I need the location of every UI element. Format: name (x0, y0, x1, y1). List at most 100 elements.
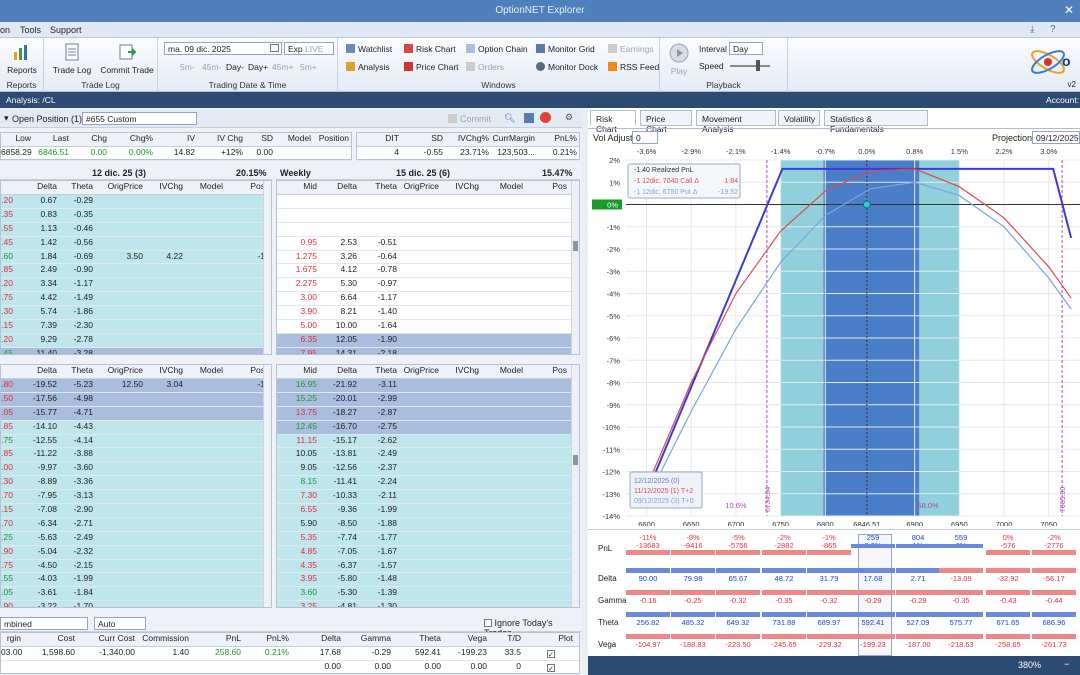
table-row[interactable]: .85 -11.22 -3.88 (1, 448, 271, 463)
risk-chart-button[interactable]: Risk Chart (404, 44, 456, 54)
table-row[interactable]: .05 -3.61 -1.84 (1, 587, 271, 602)
totals-col-header[interactable]: PnL% (241, 633, 289, 643)
table-row[interactable]: 7.95 14.31 -2.18 (277, 347, 579, 354)
step-5m-back[interactable]: 5m- (180, 62, 195, 72)
table-row[interactable]: .85 2.49 -0.90 (1, 264, 271, 279)
col-header[interactable]: Theta (59, 365, 93, 375)
scrollbar-thumb[interactable] (573, 455, 578, 465)
col-header[interactable]: Delta (321, 181, 357, 191)
col-header[interactable]: Pos (229, 181, 265, 191)
speed-slider[interactable] (730, 65, 770, 67)
col-header[interactable]: Model (483, 365, 523, 375)
col-header[interactable]: OrigPrice (401, 181, 439, 191)
table-row[interactable]: 4.35 -6.37 -1.57 (277, 559, 579, 574)
vertical-scrollbar[interactable] (263, 365, 271, 607)
table-row[interactable]: 3.95 -5.80 -1.48 (277, 573, 579, 588)
pin-icon[interactable]: ⤓ (1030, 24, 1034, 35)
summary-col-header[interactable]: Chg% (109, 133, 153, 143)
risk-chart[interactable]: 6734.64 7065.00 2% 1% 0% -1% -2% -3% -4% -5% -6% -7… (588, 146, 1080, 526)
totals-col-header[interactable]: PnL (193, 633, 241, 643)
summary-col-header[interactable]: Position (313, 133, 349, 143)
table-row[interactable]: .00 -9.97 -3.60 (1, 462, 271, 477)
summary-col-header[interactable]: IV Chg (197, 133, 243, 143)
summary2-col-header[interactable]: IVChg% (447, 133, 489, 143)
col-header[interactable]: OrigPrice (401, 365, 439, 375)
monitor-dock-button[interactable]: Monitor Dock (536, 62, 598, 72)
table-row[interactable]: 1.275 3.26 -0.64 (277, 250, 579, 265)
step-5m-forward[interactable]: 5m+ (300, 62, 317, 72)
rss-feed-button[interactable]: RSS Feed (608, 62, 659, 72)
col-header[interactable]: Delta (321, 365, 357, 375)
col-header[interactable]: Delta (21, 365, 57, 375)
tab-statistics-fundamentals[interactable]: Statistics & Fundamentals (824, 110, 928, 134)
step-day-forward[interactable]: Day+ (248, 62, 268, 72)
col-header[interactable]: Mid (281, 181, 317, 191)
play-button[interactable]: Play (666, 43, 692, 76)
summary-col-header[interactable]: Low (1, 133, 31, 143)
col-header[interactable]: IVChg (443, 365, 479, 375)
earnings-button[interactable]: Earnings (608, 44, 654, 54)
table-row[interactable]: 0.95 2.53 -0.51 (277, 236, 579, 251)
table-row[interactable]: .50 -17.56 -4.98 (1, 392, 271, 407)
table-row[interactable]: .30 -8.89 -3.36 (1, 476, 271, 491)
table-row[interactable]: 5.00 10.00 -1.64 (277, 320, 579, 334)
table-row[interactable] (277, 195, 579, 209)
vertical-scrollbar[interactable] (263, 181, 271, 354)
summary2-col-header[interactable]: PnL% (537, 133, 577, 143)
summary-col-header[interactable]: Chg (73, 133, 107, 143)
plot-checkbox[interactable]: ✓ (547, 650, 555, 659)
reports-button[interactable]: Reports (4, 42, 40, 75)
tab-risk-chart[interactable]: Risk Chart (590, 110, 636, 134)
col-header[interactable]: Model (187, 181, 223, 191)
table-row[interactable]: .75 -12.55 -4.14 (1, 434, 271, 449)
table-row[interactable]: 10.05 -13.81 -2.49 (277, 448, 579, 463)
summary2-col-header[interactable]: DIT (357, 133, 399, 143)
table-row[interactable]: 11.15 -15.17 -2.62 (277, 434, 579, 449)
table-row[interactable]: 1.675 4.12 -0.78 (277, 264, 579, 279)
table-row[interactable] (277, 222, 579, 237)
table-row[interactable]: 16.95 -21.92 -3.11 (277, 379, 579, 393)
commit-button[interactable]: Commit (448, 114, 491, 124)
auto-select[interactable]: Auto (94, 617, 146, 630)
analysis-button[interactable]: Analysis (346, 62, 390, 72)
help-icon[interactable]: ? (1050, 24, 1056, 35)
exp-live-toggle[interactable]: Exp LIVE (284, 42, 334, 55)
table-row[interactable]: .55 -4.03 -1.99 (1, 573, 271, 588)
tab-analysis[interactable]: Analysis: /CL (6, 95, 56, 105)
zoom-out-icon[interactable]: − (1064, 659, 1069, 669)
table-row[interactable]: .60 1.84 -0.69 3.50 4.22 -1 (1, 250, 271, 265)
table-row[interactable]: .75 4.42 -1.49 (1, 292, 271, 307)
col-header[interactable]: IVChg (143, 181, 183, 191)
totals-col-header[interactable]: rgin (1, 633, 21, 643)
vertical-scrollbar[interactable] (571, 365, 579, 607)
table-row[interactable]: 15.25 -20.01 -2.99 (277, 392, 579, 407)
totals-col-header[interactable]: Theta (395, 633, 441, 643)
totals-col-header[interactable]: T/D (491, 633, 521, 643)
table-row[interactable]: .70 -7.95 -3.13 (1, 490, 271, 505)
table-row[interactable]: .25 -5.63 -2.49 (1, 531, 271, 546)
totals-col-header[interactable]: Delta (295, 633, 341, 643)
col-header[interactable]: Delta (21, 181, 57, 191)
summary2-col-header[interactable]: CurrMargin (491, 133, 535, 143)
col-header[interactable]: IVChg (443, 181, 479, 191)
table-row[interactable]: .80 -19.52 -5.23 12.50 3.04 -1 (1, 379, 271, 393)
step-45m-forward[interactable]: 45m+ (272, 62, 294, 72)
price-chart-button[interactable]: Price Chart (404, 62, 459, 72)
totals-col-header[interactable]: Commission (137, 633, 189, 643)
col-header[interactable]: OrigPrice (99, 365, 143, 375)
table-row[interactable]: 4.85 -7.05 -1.67 (277, 545, 579, 560)
gear-icon[interactable]: ⚙ (565, 112, 573, 123)
commit-trade-button[interactable]: Commit Trade (98, 42, 156, 75)
table-row[interactable]: .45 11.40 -3.28 (1, 347, 271, 354)
watchlist-button[interactable]: Watchlist (346, 44, 392, 54)
projection-date-input[interactable]: 09/12/2025 (1032, 131, 1080, 144)
table-row[interactable]: 9.05 -12.56 -2.37 (277, 462, 579, 477)
summary-col-header[interactable]: Last (33, 133, 69, 143)
orders-button[interactable]: Orders (466, 62, 504, 72)
table-row[interactable]: .20 9.29 -2.78 (1, 333, 271, 348)
table-row[interactable]: .90 -3.22 -1.70 (1, 601, 271, 607)
menu-item-support[interactable]: Support (50, 25, 82, 35)
option-chain-button[interactable]: Option Chain (466, 44, 528, 54)
totals-col-header[interactable]: Gamma (343, 633, 391, 643)
trading-date-input[interactable]: ma. 09 dic. 2025 (164, 42, 282, 55)
